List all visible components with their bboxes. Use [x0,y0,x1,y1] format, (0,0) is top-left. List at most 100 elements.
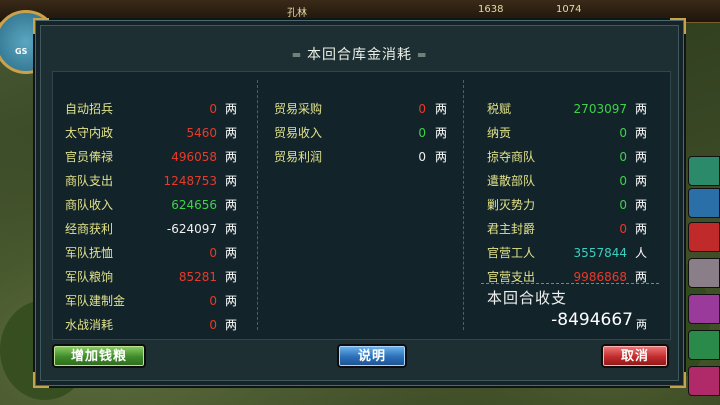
treasury-expense-dialog: ═ 本回合库金消耗 ═ 自动招兵 0 两太守内政 5460 两官员俸禄 496058 两商队支出… [33,18,686,388]
resource-value-2: 1074 [556,4,582,15]
side-menu-button-5[interactable] [688,294,720,324]
frame-corner [33,18,49,34]
table-row: 商队支出 1248753 两 [65,173,245,189]
table-row: 遣散部队 0 两 [487,173,667,189]
table-row: 军队粮饷 85281 两 [65,269,245,285]
row-value: 0 [418,102,426,116]
table-row: 纳贡 0 两 [487,125,667,141]
row-unit: 两 [225,174,238,188]
table-row: 贸易采购 0 两 [274,101,454,117]
row-label: 商队支出 [65,174,114,188]
row-value: 1248753 [163,174,217,188]
table-row: 军队建制金 0 两 [65,293,245,309]
summary-value: -8494667 [551,310,633,330]
row-unit: 两 [225,318,238,332]
frame-corner [670,372,686,388]
resource-value-1: 1638 [478,4,504,15]
row-value: 0 [418,126,426,140]
row-value: 0 [619,222,627,236]
row-value: 0 [209,102,217,116]
row-unit: 两 [225,102,238,116]
title-ornament-icon: ═ [292,48,301,62]
table-row: 官营工人 3557844 人 [487,245,667,261]
dialog-title: 本回合库金消耗 [307,47,412,63]
row-label: 商队收入 [65,198,114,212]
table-row: 贸易收入 0 两 [274,125,454,141]
row-value: 85281 [178,270,217,284]
row-unit: 两 [635,102,648,116]
row-label: 官员俸禄 [65,150,114,164]
row-label: 官营工人 [487,246,536,260]
row-unit: 两 [225,126,238,140]
column-divider [463,80,464,330]
add-funds-button[interactable]: 增加钱粮 [52,344,146,368]
row-value: 496058 [171,150,217,164]
row-unit: 两 [435,102,448,116]
row-unit: 人 [635,246,648,260]
row-value: 624656 [171,198,217,212]
row-label: 剿灭势力 [487,198,536,212]
row-label: 贸易收入 [274,126,323,140]
row-label: 水战消耗 [65,318,114,332]
row-label: 经商获利 [65,222,114,236]
minimap-label: GS [15,47,28,56]
table-row: 税赋 2703097 两 [487,101,667,117]
row-label: 贸易利润 [274,150,323,164]
row-value: 0 [619,174,627,188]
row-label: 军队建制金 [65,294,126,308]
row-value: 0 [418,150,426,164]
row-unit: 两 [225,198,238,212]
row-value: 0 [209,294,217,308]
table-row: 太守内政 5460 两 [65,125,245,141]
row-unit: 两 [435,150,448,164]
side-menu-button-3[interactable] [688,222,720,252]
row-label: 军队粮饷 [65,270,114,284]
table-row: 自动招兵 0 两 [65,101,245,117]
row-label: 太守内政 [65,126,114,140]
row-label: 税赋 [487,102,512,116]
row-unit: 两 [635,222,648,236]
column-divider [257,80,258,330]
dialog-title-bar: ═ 本回合库金消耗 ═ [35,44,684,64]
expense-table-panel: 自动招兵 0 两太守内政 5460 两官员俸禄 496058 两商队支出 1248753 两商队… [52,71,671,340]
table-row: 剿灭势力 0 两 [487,197,667,213]
side-menu-button-4[interactable] [688,258,720,288]
row-value: -624097 [166,222,217,236]
row-unit: 两 [225,150,238,164]
row-label: 军队抚恤 [65,246,114,260]
row-label: 遣散部队 [487,174,536,188]
row-value: 0 [619,198,627,212]
row-unit: 两 [635,126,648,140]
side-menu-button-6[interactable] [688,330,720,360]
row-unit: 两 [435,126,448,140]
cancel-button[interactable]: 取消 [601,344,669,368]
row-value: 0 [619,126,627,140]
row-value: 0 [619,150,627,164]
table-row: 掠夺商队 0 两 [487,149,667,165]
row-value: 0 [209,246,217,260]
table-row: 贸易利润 0 两 [274,149,454,165]
title-ornament-icon: ═ [418,48,427,62]
frame-corner [33,372,49,388]
summary-label: 本回合收支 [487,289,568,307]
row-value: 3557844 [573,246,627,260]
table-row: 经商获利 -624097 两 [65,221,245,237]
row-label: 君主封爵 [487,222,536,236]
row-value: 2703097 [573,102,627,116]
row-unit: 两 [225,294,238,308]
explain-button[interactable]: 说明 [337,344,407,368]
row-unit: 两 [635,198,648,212]
row-value: 5460 [186,126,217,140]
table-row: 君主封爵 0 两 [487,221,667,237]
city-name: 孔林 [287,8,307,19]
side-menu-button-7[interactable] [688,366,720,396]
row-unit: 两 [225,222,238,236]
table-row: 水战消耗 0 两 [65,317,245,333]
table-row: 军队抚恤 0 两 [65,245,245,261]
side-menu-button-1[interactable] [688,156,720,186]
row-label: 掠夺商队 [487,150,536,164]
side-menu-button-2[interactable] [688,188,720,218]
summary-divider [481,283,659,284]
row-unit: 两 [635,150,648,164]
row-value: 0 [209,318,217,332]
